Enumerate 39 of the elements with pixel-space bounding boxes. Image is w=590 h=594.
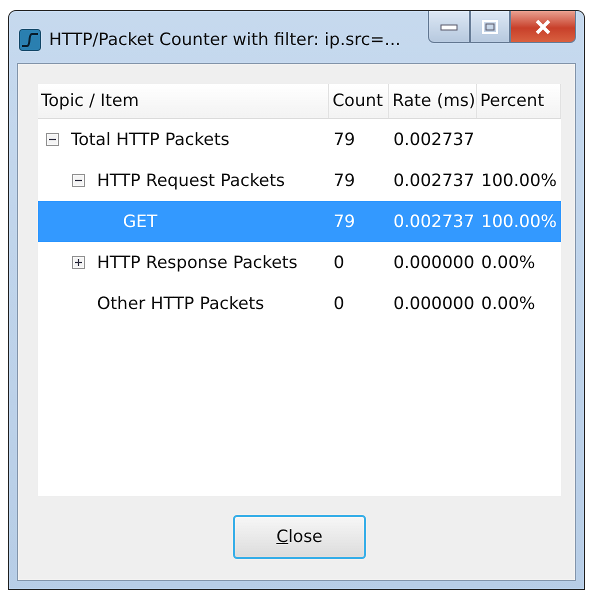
column-header[interactable]: Rate (ms) — [389, 84, 478, 118]
rate-text: 0.000000 — [393, 294, 474, 314]
close-icon — [534, 18, 552, 34]
tree-row[interactable]: HTTP Request Packets 79 0.002737 100.00% — [38, 160, 561, 201]
close-button[interactable] — [510, 11, 576, 43]
percent-text: 0.00% — [481, 252, 536, 272]
minimize-icon — [440, 22, 458, 32]
percent-text: 0.00% — [481, 294, 536, 314]
count-text: 79 — [333, 170, 356, 190]
rate-text: 0.002737 — [393, 212, 474, 232]
rate-text: 0.002737 — [393, 170, 474, 190]
topic-text: Other HTTP Packets — [97, 294, 264, 314]
expand-icon[interactable] — [72, 256, 85, 269]
rate-text: 0.000000 — [393, 252, 474, 272]
column-header[interactable]: Topic / Item — [38, 84, 330, 118]
count-text: 0 — [333, 252, 344, 272]
maximize-button[interactable] — [470, 11, 510, 43]
tree-row[interactable]: Total HTTP Packets 79 0.002737 — [38, 119, 561, 160]
topic-text: Total HTTP Packets — [71, 130, 230, 150]
column-header[interactable]: Percent — [477, 84, 561, 118]
topic-text: HTTP Response Packets — [97, 252, 298, 272]
tree-row[interactable]: HTTP Response Packets 0 0.000000 0.00% — [38, 242, 561, 283]
topic-text: HTTP Request Packets — [97, 170, 285, 190]
percent-text: 100.00% — [481, 170, 557, 190]
rate-text: 0.002737 — [393, 130, 474, 150]
maximize-icon — [482, 20, 498, 34]
waveform-icon — [19, 29, 41, 51]
window-title: HTTP/Packet Counter with filter: ip.src=... — [49, 30, 401, 50]
collapse-icon[interactable] — [46, 133, 59, 146]
topic-text: GET — [123, 212, 158, 232]
collapse-icon[interactable] — [72, 174, 85, 187]
close-dialog-button[interactable]: Close — [233, 515, 366, 559]
count-text: 79 — [333, 130, 356, 150]
count-text: 79 — [333, 212, 356, 232]
percent-text: 100.00% — [481, 212, 557, 232]
column-header[interactable]: Count — [329, 84, 390, 118]
minimize-button[interactable] — [428, 11, 470, 43]
count-text: 0 — [333, 294, 344, 314]
tree-row[interactable]: Other HTTP Packets 0 0.000000 0.00% — [38, 283, 561, 324]
